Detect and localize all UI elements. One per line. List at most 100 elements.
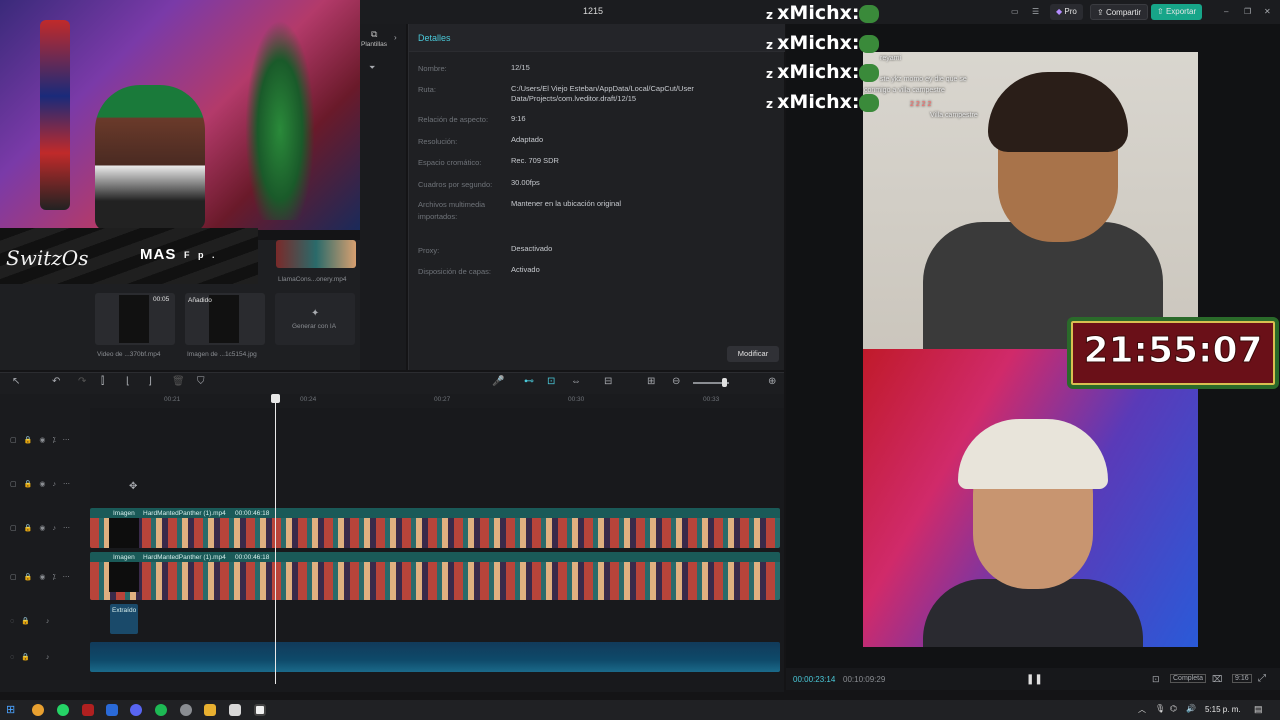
snap-icon[interactable]: ⇔ [571, 376, 581, 387]
chat-username: ᴢ xMichx: [766, 32, 860, 54]
zoom-in-icon[interactable]: ⊕ [768, 376, 776, 387]
volume-icon[interactable]: 🔊 [1186, 704, 1196, 713]
media-added-tag: Añadido [188, 297, 212, 304]
frog-emote-icon [859, 94, 879, 112]
settings-gear-icon[interactable] [180, 704, 192, 716]
trim-right-icon[interactable]: ⌋ [148, 376, 152, 387]
close-icon[interactable]: ✕ [1258, 4, 1277, 20]
extracted-audio-label: Extraído [112, 607, 137, 614]
whatsapp-icon[interactable] [57, 704, 69, 716]
chat-username: ᴢ xMichx: [766, 61, 860, 83]
windows-taskbar [0, 700, 1280, 720]
delete-icon[interactable]: 🗑 [172, 376, 185, 387]
detail-label-aspect: Relación de aspecto: [418, 115, 489, 124]
move-cursor-icon: ✥ [129, 481, 138, 492]
clip-tag: Imagen [113, 510, 135, 517]
microphone-tray-icon[interactable]: 🎙 [1155, 704, 1165, 713]
shield-icon[interactable]: ⛉ [197, 376, 205, 387]
pro-button[interactable]: ◆ Pro [1050, 4, 1083, 20]
export-button[interactable]: ⇧ Exportar [1151, 4, 1203, 20]
layout-icon[interactable]: ▭ [1005, 4, 1025, 20]
ratio-button[interactable]: 9:16 [1232, 674, 1252, 683]
notifications-icon[interactable]: ▤ [1254, 704, 1263, 715]
folder-icon[interactable] [204, 704, 216, 716]
guest-hair [988, 72, 1128, 152]
media-thumb-1[interactable] [276, 240, 356, 268]
chat-message: ste ykz momo ey die que se [880, 76, 967, 83]
guest-webcam-top [863, 52, 1198, 349]
nutcracker-decoration [40, 20, 70, 210]
zoom-out-icon[interactable]: ⊖ [672, 376, 680, 387]
clip-duration: 00:00:46:18 [235, 554, 270, 561]
filter-icon[interactable]: ⏷ [369, 63, 375, 73]
discord-icon[interactable] [130, 704, 142, 716]
chevron-up-icon[interactable]: ︿ [1138, 704, 1146, 715]
track-controls[interactable]: ◌🔒 ♪ [10, 653, 56, 661]
chevron-right-icon[interactable]: › [394, 33, 397, 42]
caption-icon[interactable]: ⊞ [647, 376, 655, 387]
stream-clock: 21:55:07 [1083, 330, 1263, 372]
snapshot-icon[interactable]: ⌧ [1212, 674, 1222, 685]
spotify-icon[interactable] [155, 704, 167, 716]
track-controls[interactable]: ◌🔒 ♪ [10, 617, 56, 625]
ruler-label: 00:24 [300, 396, 317, 403]
pause-icon[interactable]: ❚❚ [1026, 674, 1043, 685]
timeline-ruler[interactable] [0, 394, 784, 408]
magnet-icon[interactable]: ⊡ [547, 376, 555, 387]
export-icon: ⇧ [1157, 7, 1166, 16]
undo-icon[interactable]: ↶ [52, 376, 60, 387]
preview-axis-icon[interactable]: ⊟ [604, 376, 612, 387]
modify-button[interactable]: Modificar [727, 346, 779, 362]
share-button[interactable]: ⇪ Compartir [1090, 4, 1149, 20]
app-icon[interactable] [106, 704, 118, 716]
microphone-icon[interactable]: 🎤 [492, 376, 504, 387]
chrome-icon[interactable] [32, 704, 44, 716]
track-controls[interactable]: ▢🔒◉♪⋯ [10, 524, 77, 532]
detail-value-aspect: 9:16 [511, 114, 526, 123]
project-title: 1215 [582, 6, 604, 16]
detail-label-name: Nombre: [418, 64, 447, 73]
banner-text: MAS [140, 246, 177, 263]
audio-waveform-clip[interactable] [90, 642, 780, 672]
templates-icon[interactable]: ⧉ [371, 29, 377, 40]
video-preview [119, 295, 149, 343]
generate-ai-button[interactable] [275, 293, 355, 345]
track-controls[interactable]: ▢🔒◉♪⋯ [10, 480, 77, 488]
system-clock[interactable]: 5:15 p. m. [1205, 705, 1241, 714]
playhead-handle[interactable] [271, 394, 280, 403]
windows-start-icon[interactable]: ⊞ [6, 703, 15, 716]
link-icon[interactable]: ⊷ [524, 376, 534, 387]
minimize-icon[interactable]: – [1218, 4, 1234, 20]
trim-left-icon[interactable]: ⌊ [126, 376, 130, 387]
app-icon[interactable] [229, 704, 241, 716]
image-clip-1[interactable] [109, 518, 139, 548]
split-icon[interactable]: ⫿ [101, 376, 104, 387]
playhead[interactable] [275, 394, 276, 684]
details-header [409, 24, 785, 52]
track-controls[interactable]: ▢🔒◉⁒⋯ [10, 436, 77, 444]
track-headers [0, 408, 90, 692]
timeline-toolbar [0, 372, 784, 394]
detail-label-proxy: Proxy: [418, 246, 440, 255]
templates-tab-label[interactable]: Plantillas [361, 41, 387, 48]
zoom-slider-handle[interactable] [722, 378, 727, 387]
capcut-icon[interactable] [254, 704, 266, 716]
full-quality-button[interactable]: Completa [1170, 674, 1206, 683]
restore-icon[interactable]: ❐ [1238, 4, 1257, 20]
banner-logo: SwitzOs [6, 246, 89, 270]
app-icon[interactable] [82, 704, 94, 716]
chat-prefix: ᴢ [766, 8, 778, 22]
detail-value-layers: Activado [511, 265, 540, 274]
fullscreen-icon[interactable]: ⤢ [1258, 673, 1266, 684]
image-clip-2[interactable] [109, 562, 139, 592]
detail-value-proxy: Desactivado [511, 244, 553, 253]
crop-icon[interactable]: ⊡ [1152, 674, 1160, 685]
network-icon[interactable]: ⌬ [1170, 704, 1177, 713]
chat-username-text: xMichx: [777, 32, 860, 54]
detail-value-resolution: Adaptado [511, 135, 544, 144]
pro-label: Pro [1064, 7, 1077, 16]
track-controls[interactable]: ▢🔒◉⁒⋯ [10, 573, 77, 581]
menu-icon[interactable]: ☰ [1026, 4, 1045, 20]
redo-icon[interactable]: ↷ [78, 376, 86, 387]
select-tool-icon[interactable]: ↖ [12, 376, 20, 387]
